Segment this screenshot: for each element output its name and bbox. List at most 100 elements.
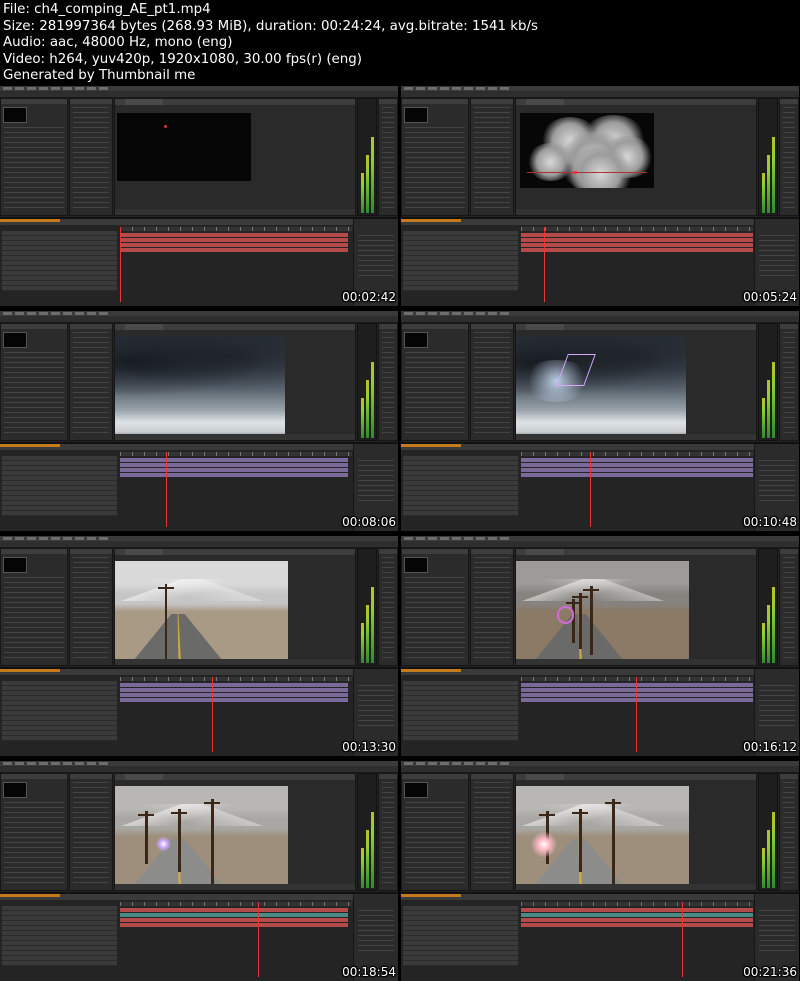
menu-item[interactable] [51,536,60,540]
layer-duration-bar[interactable] [521,918,753,922]
menu-item[interactable] [488,86,497,90]
timeline-playhead[interactable] [166,452,167,527]
viewer-controls[interactable] [115,659,355,665]
time-ruler[interactable] [521,227,753,231]
composition-tab-indicator[interactable] [401,669,461,672]
layer-duration-bar[interactable] [120,238,348,242]
layer-duration-bar[interactable] [120,243,348,247]
layer-list[interactable] [2,906,117,966]
layer-duration-bar[interactable] [120,923,348,927]
composition-tab[interactable] [125,774,163,780]
menu-item[interactable] [27,86,36,90]
composition-tab-indicator[interactable] [401,444,461,447]
menu-item[interactable] [440,536,449,540]
project-item-list[interactable] [4,127,64,211]
effects-list[interactable] [759,460,795,503]
layer-duration-bar[interactable] [521,913,753,917]
menu-item[interactable] [464,311,473,315]
menu-item[interactable] [428,86,437,90]
effect-properties[interactable] [474,782,510,886]
menu-item[interactable] [75,86,84,90]
timeline-playhead[interactable] [636,677,637,752]
menu-item[interactable] [3,761,12,765]
layer-duration-bar[interactable] [120,463,348,467]
composition-tab-indicator[interactable] [401,894,461,897]
timeline-playhead[interactable] [120,227,121,302]
menu-item[interactable] [75,536,84,540]
time-ruler[interactable] [120,902,352,906]
video-thumbnail[interactable]: 00:08:06 [0,311,398,531]
composition-tab[interactable] [526,774,564,780]
menu-item[interactable] [51,86,60,90]
layer-duration-bar[interactable] [521,923,753,927]
viewer-controls[interactable] [115,209,355,215]
composition-canvas[interactable] [516,786,689,890]
layer-duration-bar[interactable] [521,688,753,692]
effect-properties[interactable] [73,557,109,661]
menu-item[interactable] [452,86,461,90]
timeline-playhead[interactable] [590,452,591,527]
layer-duration-bar[interactable] [120,698,348,702]
layer-duration-bar[interactable] [521,238,753,242]
menu-item[interactable] [3,311,12,315]
viewer-controls[interactable] [516,434,756,440]
layer-duration-bar[interactable] [521,248,753,252]
menu-item[interactable] [476,311,485,315]
menu-item[interactable] [416,86,425,90]
menu-item[interactable] [452,536,461,540]
composition-canvas[interactable] [516,561,689,665]
layer-duration-bar[interactable] [120,683,348,687]
menu-item[interactable] [27,311,36,315]
menu-item[interactable] [39,311,48,315]
menu-item[interactable] [500,761,509,765]
project-item-list[interactable] [4,577,64,661]
menu-item[interactable] [500,86,509,90]
viewer-controls[interactable] [516,659,756,665]
layer-list[interactable] [2,456,117,516]
project-item-list[interactable] [4,352,64,436]
menu-item[interactable] [39,536,48,540]
effects-list[interactable] [759,235,795,278]
timeline-playhead[interactable] [544,227,545,302]
menu-item[interactable] [99,86,108,90]
layer-duration-bar[interactable] [521,243,753,247]
menu-item[interactable] [51,311,60,315]
viewer-controls[interactable] [516,884,756,890]
time-ruler[interactable] [521,902,753,906]
project-item-list[interactable] [4,802,64,886]
menu-item[interactable] [500,536,509,540]
menu-item[interactable] [440,86,449,90]
layer-duration-bar[interactable] [120,233,348,237]
composition-canvas[interactable] [115,336,285,440]
menu-item[interactable] [428,536,437,540]
layer-duration-bar[interactable] [521,693,753,697]
composition-tab[interactable] [125,324,163,330]
effects-list[interactable] [759,685,795,728]
menu-item[interactable] [404,536,413,540]
viewer-controls[interactable] [115,884,355,890]
composition-tab[interactable] [526,324,564,330]
effect-properties[interactable] [474,107,510,211]
menu-item[interactable] [75,311,84,315]
menu-item[interactable] [488,536,497,540]
menu-item[interactable] [87,536,96,540]
layer-duration-bar[interactable] [521,908,753,912]
layer-duration-bar[interactable] [120,458,348,462]
menu-item[interactable] [63,311,72,315]
effect-properties[interactable] [73,107,109,211]
composition-tab-indicator[interactable] [401,219,461,222]
menu-item[interactable] [428,311,437,315]
layer-list[interactable] [403,456,518,516]
menu-item[interactable] [27,536,36,540]
menu-item[interactable] [3,536,12,540]
menu-item[interactable] [27,761,36,765]
time-ruler[interactable] [120,677,352,681]
composition-tab[interactable] [125,549,163,555]
layer-duration-bar[interactable] [521,463,753,467]
layer-list[interactable] [403,681,518,741]
menu-item[interactable] [3,86,12,90]
composition-canvas[interactable] [115,561,288,665]
video-thumbnail[interactable]: 00:02:42 [0,86,398,306]
composition-tab[interactable] [526,99,564,105]
menu-item[interactable] [404,86,413,90]
